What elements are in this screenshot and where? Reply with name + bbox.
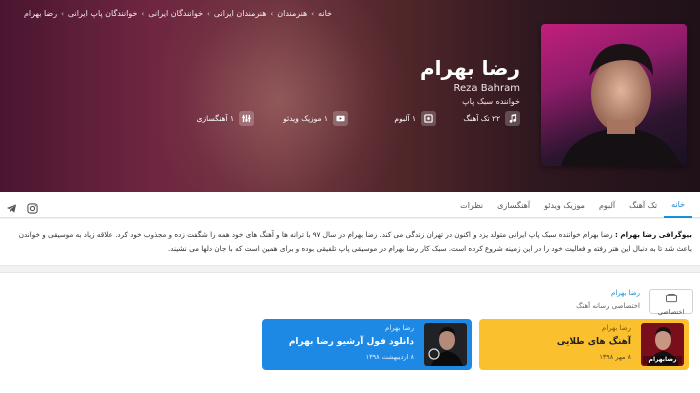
card-date: ۸ مهر ۱۳۹۸: [599, 353, 631, 361]
tab-comments[interactable]: نظرات: [453, 192, 490, 218]
tab-singles[interactable]: تک آهنگ: [622, 192, 664, 218]
breadcrumb-home[interactable]: خانه: [318, 9, 332, 18]
card-title: دانلود فول آرشیو رضا بهرام: [288, 337, 414, 347]
artist-hero: خانه › هنرمندان › هنرمندان ایرانی › خوان…: [0, 0, 700, 192]
breadcrumb-separator-icon: ›: [270, 9, 274, 18]
artist-role: خواننده سبک پاپ: [462, 97, 520, 106]
tab-albums[interactable]: آلبوم: [592, 192, 622, 218]
artist-tab-bar: خانه تک آهنگ آلبوم موزیک ویدئو آهنگسازی …: [0, 192, 700, 218]
music-note-icon: [505, 111, 520, 126]
tab-home[interactable]: خانه: [664, 192, 692, 218]
card-date: ۸ اردیبهشت ۱۳۹۸: [365, 353, 414, 361]
video-icon: [333, 111, 348, 126]
exclusive-artist-link[interactable]: رضا بهرام: [611, 289, 640, 297]
stat-videos[interactable]: ۱ موزیک ویدئو: [283, 111, 348, 126]
stat-singles[interactable]: ۲۲ تک آهنگ: [463, 111, 520, 126]
breadcrumb-separator-icon: ›: [207, 9, 210, 18]
card-thumbnail: [424, 323, 467, 366]
breadcrumb-separator-icon: ›: [61, 9, 64, 18]
stat-compositions-label: ۱ آهنگسازی: [196, 114, 234, 123]
social-links: [6, 199, 38, 218]
exclusive-badge: اختصاصی: [649, 288, 693, 316]
stat-videos-label: ۱ موزیک ویدئو: [283, 114, 328, 123]
exclusive-panel: اختصاصی رضا بهرام اختصاصی رسانه آهنگ رضا…: [0, 272, 700, 393]
stat-singles-label: ۲۲ تک آهنگ: [463, 114, 500, 123]
tab-music-videos[interactable]: موزیک ویدئو: [537, 192, 592, 218]
artist-latin-name: Reza Bahram: [453, 83, 520, 94]
instagram-icon[interactable]: [27, 199, 38, 218]
card-artist: رضا بهرام: [385, 324, 414, 332]
artist-biography: بیوگرافی رضا بهرام : رضا بهرام خواننده س…: [0, 219, 700, 266]
disc-icon: [665, 288, 677, 307]
stat-compositions[interactable]: ۱ آهنگسازی: [197, 111, 254, 126]
album-icon: [421, 111, 436, 126]
exclusive-subtitle: اختصاصی رسانه آهنگ: [576, 302, 640, 310]
tab-compositions[interactable]: آهنگسازی: [490, 192, 537, 218]
card-thumbnail: رضابهرام: [641, 323, 684, 366]
breadcrumb-iranian-singers[interactable]: خوانندگان ایرانی: [148, 9, 203, 18]
exclusive-badge-label: اختصاصی: [657, 307, 685, 316]
card-title: آهنگ های طلایی: [556, 337, 631, 347]
stat-albums[interactable]: ۱ آلبوم: [394, 111, 436, 126]
breadcrumb-separator-icon: ›: [141, 9, 145, 18]
biography-text: رضا بهرام خواننده سبک پاپ ایرانی متولد ی…: [18, 230, 692, 253]
breadcrumb-pop-singers[interactable]: خوانندگان پاپ ایرانی: [68, 9, 138, 18]
card-artist: رضا بهرام: [602, 324, 631, 332]
stat-albums-label: ۱ آلبوم: [394, 114, 416, 123]
breadcrumb-iranian-artists[interactable]: هنرمندان ایرانی: [214, 9, 267, 18]
card-thumbnail-label: رضابهرام: [648, 356, 677, 363]
artist-cover-image: [541, 24, 687, 166]
equalizer-icon: [239, 111, 254, 126]
breadcrumb-current: رضا بهرام: [23, 9, 58, 18]
card-full-archive[interactable]: رضا بهرام دانلود فول آرشیو رضا بهرام ۸ ا…: [262, 319, 472, 370]
breadcrumb: خانه › هنرمندان › هنرمندان ایرانی › خوان…: [24, 9, 332, 18]
biography-heading: بیوگرافی رضا بهرام :: [614, 230, 692, 239]
breadcrumb-artists[interactable]: هنرمندان: [277, 9, 307, 18]
breadcrumb-separator-icon: ›: [311, 9, 315, 18]
card-golden-songs[interactable]: رضابهرام رضا بهرام آهنگ های طلایی ۸ مهر …: [479, 319, 689, 370]
telegram-icon[interactable]: [6, 199, 17, 218]
artist-name: رضا بهرام: [420, 56, 520, 80]
